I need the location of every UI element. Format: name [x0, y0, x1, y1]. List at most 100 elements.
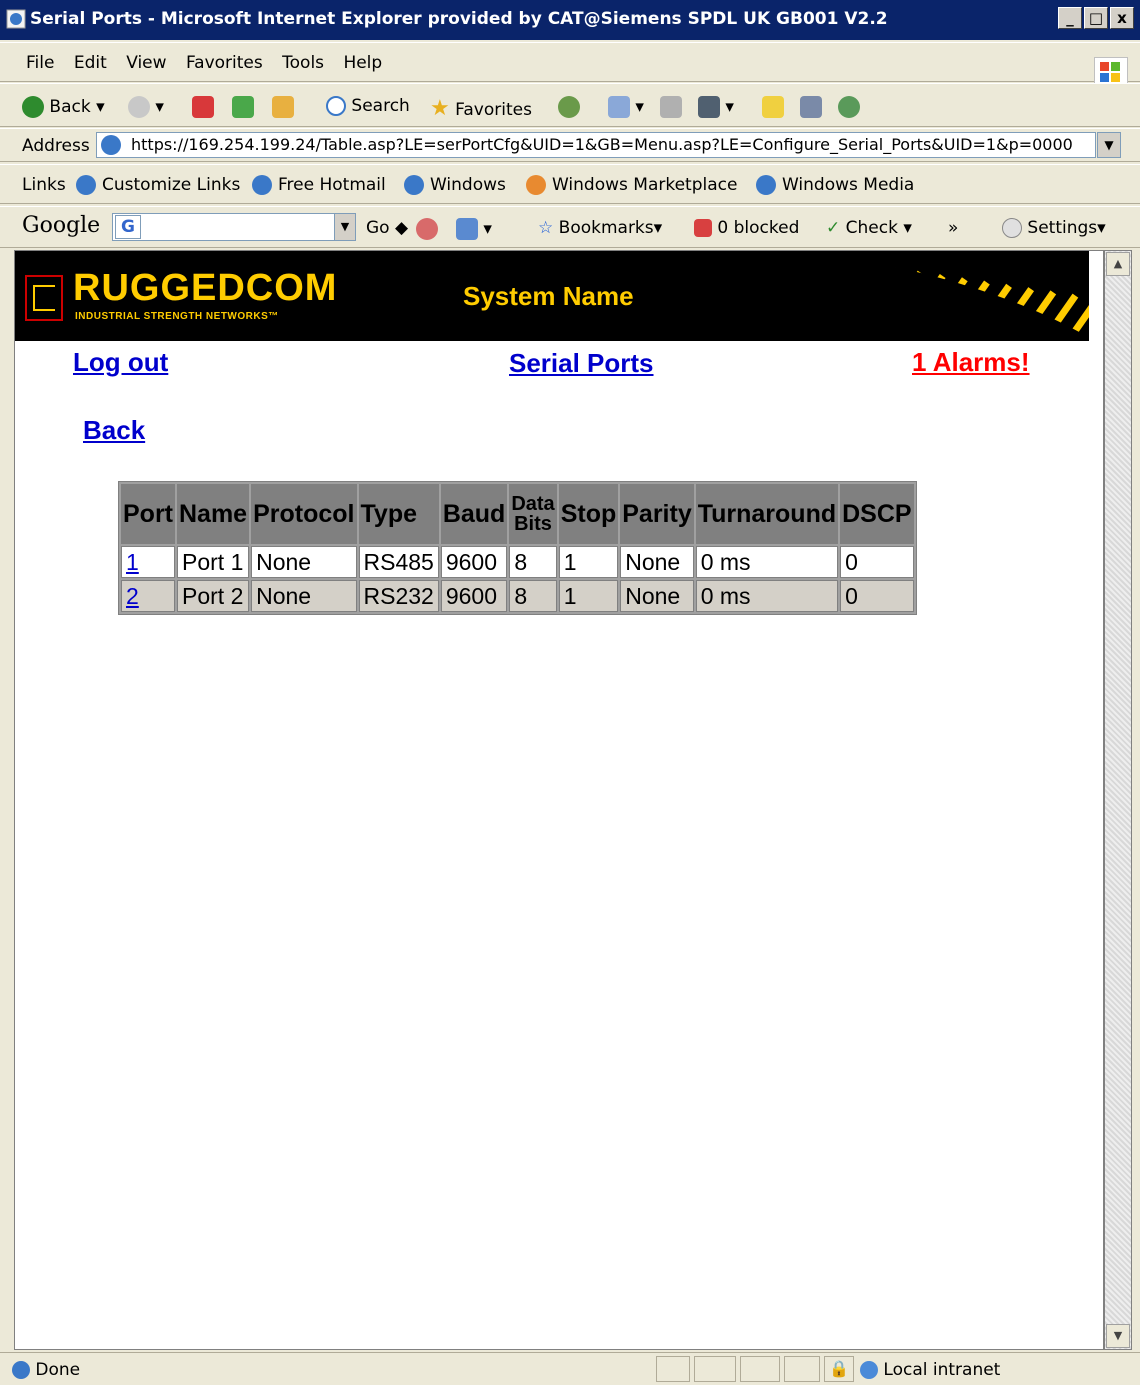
- back-link[interactable]: Back: [83, 415, 145, 446]
- zone-text: Local intranet: [883, 1360, 1001, 1380]
- link-windows[interactable]: Windows: [404, 175, 506, 195]
- messenger-icon: [838, 96, 860, 118]
- address-dropdown-button[interactable]: ▼: [1097, 132, 1121, 158]
- hazard-stripes-graphic: [805, 254, 1089, 341]
- ruggedcom-banner: RUGGEDCOM INDUSTRIAL STRENGTH NETWORKS™ …: [15, 251, 1089, 341]
- options-icon: [416, 218, 438, 240]
- print-icon: [660, 96, 682, 118]
- status-segment: [784, 1356, 820, 1382]
- parity-cell: None: [620, 580, 694, 612]
- name-cell: Port 2: [177, 580, 250, 612]
- minimize-button[interactable]: _: [1058, 7, 1082, 29]
- menu-tools[interactable]: Tools: [282, 53, 324, 73]
- table-row: 1 Port 1 None RS485 9600 8 1 None 0 ms 0: [121, 546, 914, 578]
- link-customize-links[interactable]: Customize Links: [76, 175, 240, 195]
- star-icon: ★: [430, 96, 450, 121]
- settings-button[interactable]: Settings▾: [1002, 218, 1106, 238]
- scroll-down-button[interactable]: ▼: [1106, 1324, 1130, 1348]
- menu-edit[interactable]: Edit: [74, 53, 107, 73]
- print-button[interactable]: [660, 96, 682, 118]
- vertical-scrollbar[interactable]: ▲ ▼: [1104, 250, 1132, 1350]
- close-button[interactable]: x: [1110, 7, 1134, 29]
- home-icon: [272, 96, 294, 118]
- links-label: Links: [22, 175, 66, 195]
- ie-page-icon: [101, 135, 121, 155]
- link-label: Free Hotmail: [278, 175, 386, 195]
- intranet-icon: [860, 1361, 878, 1379]
- status-bar: Done 🔒 Local intranet: [0, 1352, 1140, 1385]
- refresh-button[interactable]: [232, 96, 254, 118]
- standard-toolbar: Back ▾ ▾ Search ★ Favorites ▾ ▾: [0, 83, 1140, 127]
- link-windows-marketplace[interactable]: Windows Marketplace: [526, 175, 737, 195]
- maximize-button[interactable]: □: [1084, 7, 1108, 29]
- search-icon: [326, 96, 346, 116]
- protocol-cell: None: [251, 546, 357, 578]
- edit-button[interactable]: ▾: [698, 96, 734, 118]
- menu-view[interactable]: View: [126, 53, 166, 73]
- forward-button[interactable]: ▾: [128, 96, 164, 118]
- link-windows-media[interactable]: Windows Media: [756, 175, 914, 195]
- google-go-button[interactable]: Go ◆: [366, 218, 408, 238]
- search-button[interactable]: Search: [326, 96, 410, 116]
- page-title-link[interactable]: Serial Ports: [509, 348, 654, 379]
- col-turnaround: Turnaround: [695, 484, 839, 544]
- discuss-button[interactable]: [762, 96, 784, 118]
- stop-button[interactable]: [192, 96, 214, 118]
- google-search-input[interactable]: G ▼: [112, 213, 356, 241]
- table-row: 2 Port 2 None RS232 9600 8 1 None 0 ms 0: [121, 580, 914, 612]
- menu-favorites[interactable]: Favorites: [186, 53, 263, 73]
- google-news-button[interactable]: ▾: [456, 218, 492, 240]
- spell-check-button[interactable]: ✓ Check ▾: [826, 218, 912, 238]
- home-button[interactable]: [272, 96, 294, 118]
- refresh-icon: [232, 96, 254, 118]
- menu-bar: File Edit View Favorites Tools Help: [0, 42, 1140, 89]
- title-bar: Serial Ports - Microsoft Internet Explor…: [0, 0, 1140, 40]
- col-baud: Baud: [440, 484, 508, 544]
- port-link[interactable]: 2: [126, 583, 139, 609]
- google-g-icon: G: [115, 215, 141, 239]
- parity-cell: None: [620, 546, 694, 578]
- favorites-button[interactable]: ★ Favorites: [430, 96, 532, 121]
- scroll-up-button[interactable]: ▲: [1106, 252, 1130, 276]
- col-stop: Stop: [558, 484, 619, 544]
- check-label: Check: [845, 218, 898, 238]
- ie-page-icon: [6, 9, 26, 29]
- spellcheck-icon: ✓: [826, 218, 841, 238]
- address-input[interactable]: https://169.254.199.24/Table.asp?LE=serP…: [96, 132, 1096, 158]
- toolbar-more-button[interactable]: »: [948, 218, 958, 238]
- col-type: Type: [358, 484, 439, 544]
- bookmarks-button[interactable]: ☆ Bookmarks▾: [538, 218, 662, 238]
- alarms-link[interactable]: 1 Alarms!: [912, 347, 1030, 378]
- google-search-dropdown[interactable]: ▼: [334, 214, 355, 240]
- note-icon: [762, 96, 784, 118]
- back-button[interactable]: Back ▾: [22, 96, 105, 118]
- menu-file[interactable]: File: [26, 53, 54, 73]
- go-label: Go: [366, 218, 390, 238]
- data-bits-cell: 8: [509, 546, 557, 578]
- page-content: RUGGEDCOM INDUSTRIAL STRENGTH NETWORKS™ …: [14, 250, 1104, 1350]
- favorites-label: Favorites: [455, 100, 532, 120]
- google-logo: Google: [22, 213, 101, 238]
- settings-label: Settings: [1027, 218, 1098, 238]
- stop-cell: 1: [558, 546, 619, 578]
- forward-arrow-icon: [128, 96, 150, 118]
- logout-link[interactable]: Log out: [73, 347, 168, 378]
- security-zone: Local intranet: [860, 1360, 1000, 1380]
- popup-blocker-button[interactable]: 0 blocked: [694, 218, 799, 238]
- news-icon: [456, 218, 478, 240]
- messenger-button[interactable]: [838, 96, 860, 118]
- settings-icon: [1002, 218, 1022, 238]
- media-icon: [558, 96, 580, 118]
- menu-help[interactable]: Help: [343, 53, 382, 73]
- port-link[interactable]: 1: [126, 549, 139, 575]
- link-free-hotmail[interactable]: Free Hotmail: [252, 175, 386, 195]
- research-button[interactable]: [800, 96, 822, 118]
- mail-button[interactable]: ▾: [608, 96, 644, 118]
- port-cell: 1: [121, 546, 175, 578]
- ie-page-icon: [404, 175, 424, 195]
- google-options-button[interactable]: [416, 218, 438, 240]
- blocked-icon: [694, 219, 712, 237]
- edit-icon: [698, 96, 720, 118]
- status-segment: [656, 1356, 690, 1382]
- media-button[interactable]: [558, 96, 580, 118]
